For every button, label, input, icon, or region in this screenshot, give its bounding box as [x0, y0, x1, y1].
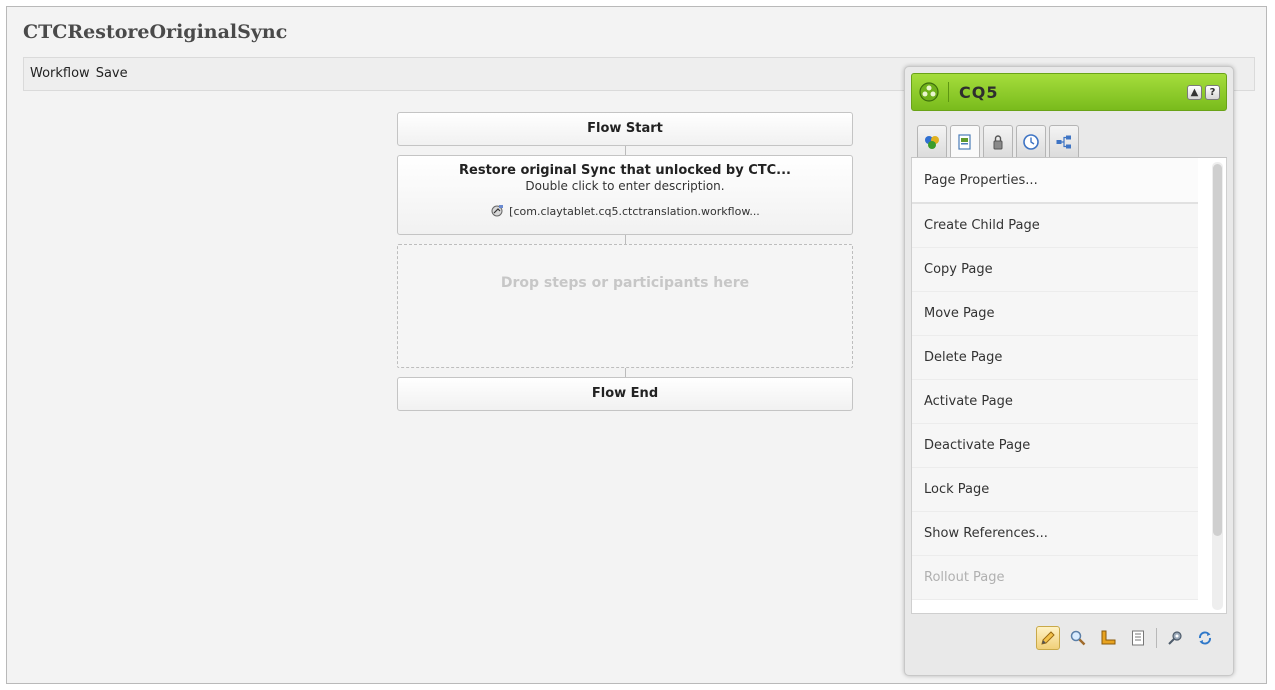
drop-zone[interactable]: Drop steps or participants here — [397, 244, 853, 368]
activate-page-item[interactable]: Activate Page — [912, 380, 1198, 424]
preview-mode-button[interactable] — [1066, 626, 1090, 650]
collapse-icon[interactable]: ▲ — [1187, 84, 1202, 100]
step-description: Double click to enter description. — [525, 179, 725, 193]
flow-end-node[interactable]: Flow End — [397, 377, 853, 411]
page-icon — [958, 133, 971, 150]
workflow-menu-button[interactable]: Workflow — [30, 66, 90, 81]
design-mode-icon — [1101, 630, 1116, 645]
show-references-item[interactable]: Show References... — [912, 512, 1198, 556]
refresh-button[interactable] — [1193, 626, 1217, 650]
lock-page-item[interactable]: Lock Page — [912, 468, 1198, 512]
cq5-logo-icon — [918, 81, 940, 103]
step-implementation-text: [com.claytablet.cq5.ctctranslation.workf… — [509, 204, 760, 218]
delete-page-item[interactable]: Delete Page — [912, 336, 1198, 380]
scaffolding-icon — [1132, 630, 1144, 646]
workflow-step[interactable]: Restore original Sync that unlocked by C… — [397, 155, 853, 235]
copy-page-item[interactable]: Copy Page — [912, 248, 1198, 292]
edit-mode-button[interactable] — [1036, 626, 1060, 650]
list-scrollbar[interactable] — [1212, 162, 1223, 610]
help-icon[interactable]: ? — [1205, 84, 1220, 100]
preview-mode-icon — [1070, 630, 1086, 646]
flow-connector — [624, 368, 626, 377]
clock-icon — [1023, 133, 1039, 150]
sidekick-tabs — [911, 111, 1227, 158]
edit-mode-icon — [1041, 631, 1055, 645]
deactivate-page-item[interactable]: Deactivate Page — [912, 424, 1198, 468]
workflow-canvas: Flow Start Restore original Sync that un… — [397, 112, 853, 411]
design-mode-button[interactable] — [1096, 626, 1120, 650]
create-child-page-item[interactable]: Create Child Page — [912, 204, 1198, 248]
scrollbar-thumb[interactable] — [1213, 164, 1222, 536]
flow-start-node[interactable]: Flow Start — [397, 112, 853, 146]
workflow-icon — [1056, 135, 1071, 148]
save-button[interactable]: Save — [96, 66, 128, 81]
components-icon — [925, 135, 939, 149]
page-properties-item[interactable]: Page Properties... — [912, 158, 1198, 204]
refresh-icon — [1199, 631, 1211, 645]
page-title: CTCRestoreOriginalSync — [23, 21, 288, 43]
sidekick-header[interactable]: CQ5 ▲ ? — [911, 73, 1227, 111]
sidekick-panel: CQ5 ▲ ? Page Properties... Create Child … — [904, 66, 1234, 676]
footer-divider — [1156, 628, 1157, 648]
header-divider — [948, 82, 949, 102]
rollout-page-item: Rollout Page — [912, 556, 1198, 600]
scaffolding-button[interactable] — [1126, 626, 1150, 650]
flow-connector — [624, 235, 626, 244]
tab-lock[interactable] — [983, 125, 1013, 157]
tab-page[interactable] — [950, 125, 980, 157]
tab-versioning[interactable] — [1016, 125, 1046, 157]
tab-workflow[interactable] — [1049, 125, 1079, 157]
settings-icon — [1168, 631, 1182, 645]
tab-components[interactable] — [917, 125, 947, 157]
lock-icon — [993, 134, 1003, 149]
step-title: Restore original Sync that unlocked by C… — [459, 163, 791, 178]
sidekick-footer — [911, 614, 1227, 662]
move-page-item[interactable]: Move Page — [912, 292, 1198, 336]
settings-button[interactable] — [1163, 626, 1187, 650]
step-implementation: [com.claytablet.cq5.ctctranslation.workf… — [398, 204, 852, 218]
process-step-icon — [490, 204, 504, 218]
flow-connector — [624, 146, 626, 155]
sidekick-action-list: Page Properties... Create Child Page Cop… — [911, 158, 1227, 614]
sidekick-title: CQ5 — [959, 82, 999, 102]
